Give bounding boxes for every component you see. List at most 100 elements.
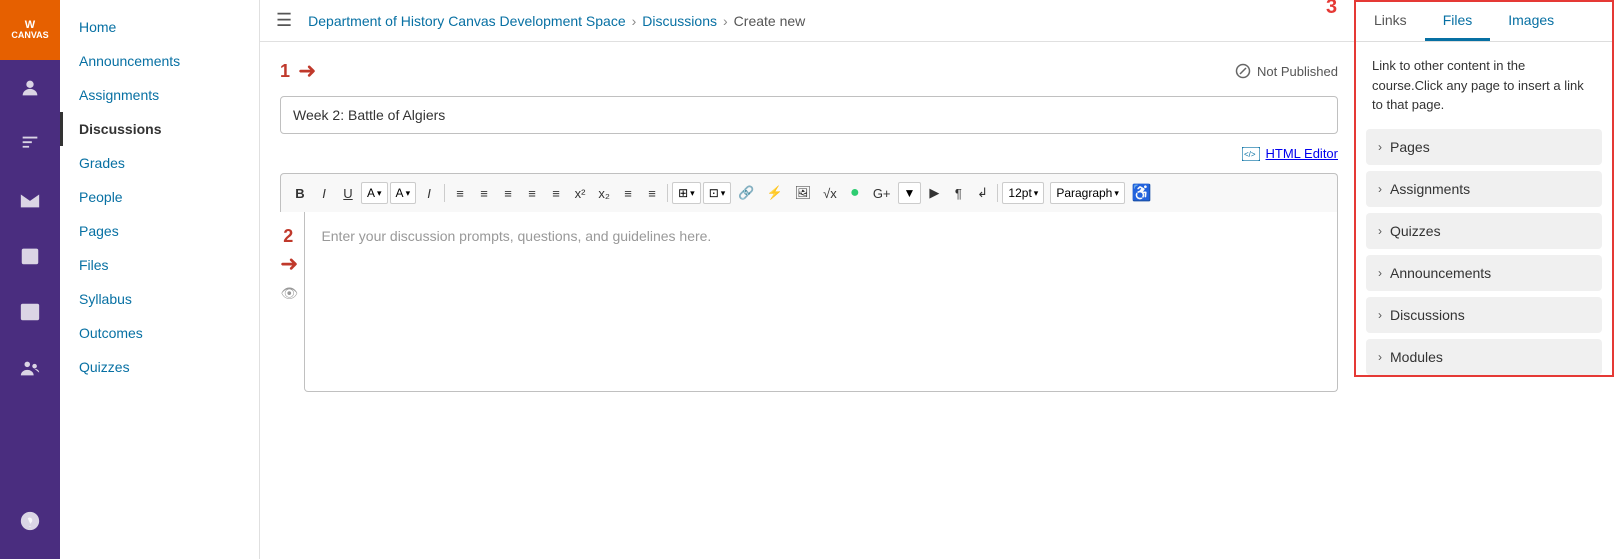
media-embed-dropdown[interactable]: ⊡▾: [703, 182, 732, 204]
link-quizzes[interactable]: › Quizzes: [1366, 213, 1602, 249]
link-discussions-label: Discussions: [1390, 307, 1465, 323]
groups-nav-item[interactable]: [0, 340, 60, 396]
link-quizzes-label: Quizzes: [1390, 223, 1441, 239]
table-dropdown[interactable]: ⊞▾: [672, 182, 701, 204]
editor-container: B I U A▾ A▾ I ≡ ≡ ≡ ≡ ≡ x² x₂ ≡ ≡ ⊞▾ ⊡▾: [280, 173, 1338, 392]
nav-quizzes[interactable]: Quizzes: [60, 350, 259, 384]
toolbar-sep-3: [997, 184, 998, 202]
nav-announcements[interactable]: Announcements: [60, 44, 259, 78]
courses-nav-item[interactable]: [0, 284, 60, 340]
panel-description: Link to other content in the course.Clic…: [1356, 42, 1612, 129]
nav-grades[interactable]: Grades: [60, 146, 259, 180]
strikethrough-button[interactable]: I: [418, 183, 440, 204]
font-color-dropdown[interactable]: A▾: [361, 182, 388, 204]
googleapps-button[interactable]: G+: [868, 183, 896, 204]
font-size-dropdown[interactable]: 12pt ▾: [1002, 182, 1044, 204]
nav-assignments[interactable]: Assignments: [60, 78, 259, 112]
image-button[interactable]: 🖼: [790, 182, 817, 204]
breadcrumb: Department of History Canvas Development…: [308, 13, 805, 29]
align-left-button[interactable]: ≡: [449, 183, 471, 204]
editor-body[interactable]: Enter your discussion prompts, questions…: [304, 212, 1338, 392]
annotation-3: 3: [1326, 0, 1337, 19]
toolbar-sep-1: [444, 184, 445, 202]
course-nav: Home Announcements Assignments Discussio…: [60, 0, 260, 559]
toolbar-sep-2: [667, 184, 668, 202]
topbar: ☰ Department of History Canvas Developme…: [260, 0, 1354, 42]
link-assignments[interactable]: › Assignments: [1366, 171, 1602, 207]
link-assignments-label: Assignments: [1390, 181, 1470, 197]
chevron-discussions: ›: [1378, 308, 1382, 322]
align-center-button[interactable]: ≡: [473, 183, 495, 204]
editor-toolbar: B I U A▾ A▾ I ≡ ≡ ≡ ≡ ≡ x² x₂ ≡ ≡ ⊞▾ ⊡▾: [280, 173, 1338, 212]
align-justify-button[interactable]: ≡: [521, 183, 543, 204]
record-button[interactable]: ▶: [923, 182, 945, 204]
right-panel-wrapper: 3 Links Files Images Link to other conte…: [1354, 0, 1614, 559]
embed-button[interactable]: ●: [844, 181, 866, 205]
underline-button[interactable]: U: [337, 183, 359, 204]
panel-links-list: › Pages › Assignments › Quizzes › Announ…: [1356, 129, 1612, 375]
tab-links[interactable]: Links: [1356, 2, 1425, 41]
highlight-color-dropdown[interactable]: A▾: [390, 182, 417, 204]
editor-area: 1 ➜ Not Published </> HTML Editor: [260, 42, 1354, 559]
list-ol-button[interactable]: ≡: [641, 183, 663, 204]
not-published-text: Not Published: [1257, 64, 1338, 79]
right-panel: Links Files Images Link to other content…: [1354, 0, 1614, 377]
link-modules[interactable]: › Modules: [1366, 339, 1602, 375]
link-modules-label: Modules: [1390, 349, 1443, 365]
bold-button[interactable]: B: [289, 183, 311, 204]
external-tools-dropdown[interactable]: ▼: [898, 182, 922, 204]
nav-discussions[interactable]: Discussions: [60, 112, 259, 146]
unlink-button[interactable]: ⚡: [761, 182, 787, 204]
subscript-button[interactable]: x₂: [593, 183, 615, 204]
ltr-rtl-button[interactable]: ↲: [971, 182, 993, 204]
nav-outcomes[interactable]: Outcomes: [60, 316, 259, 350]
chevron-quizzes: ›: [1378, 224, 1382, 238]
breadcrumb-page: Create new: [734, 13, 806, 29]
editor-placeholder: Enter your discussion prompts, questions…: [321, 228, 711, 244]
paragraph-format-dropdown[interactable]: Paragraph ▾: [1050, 182, 1125, 204]
visibility-icon: 👁: [280, 285, 298, 302]
help-nav-item[interactable]: [0, 493, 60, 549]
italic-button[interactable]: I: [313, 183, 335, 204]
breadcrumb-section[interactable]: Discussions: [642, 13, 717, 29]
not-published-status: Not Published: [1235, 63, 1338, 79]
calendar-nav-item[interactable]: [0, 228, 60, 284]
indent-button[interactable]: ≡: [545, 183, 567, 204]
nav-pages[interactable]: Pages: [60, 214, 259, 248]
list-ul-button[interactable]: ≡: [617, 183, 639, 204]
html-editor-icon: </>: [1242, 147, 1260, 161]
nav-people[interactable]: People: [60, 180, 259, 214]
chevron-pages: ›: [1378, 140, 1382, 154]
breadcrumb-course[interactable]: Department of History Canvas Development…: [308, 13, 625, 29]
tab-files[interactable]: Files: [1425, 2, 1491, 41]
nav-files[interactable]: Files: [60, 248, 259, 282]
chevron-modules: ›: [1378, 350, 1382, 364]
link-button[interactable]: 🔗: [733, 182, 759, 204]
html-editor-button[interactable]: HTML Editor: [1266, 146, 1338, 161]
paragraph-marks-button[interactable]: ¶: [947, 183, 969, 204]
link-discussions[interactable]: › Discussions: [1366, 297, 1602, 333]
arrow-1: ➜: [298, 58, 316, 84]
arrow-2: ➜: [280, 251, 298, 277]
breadcrumb-sep2: ›: [723, 13, 728, 29]
canvas-logo[interactable]: W CANVAS: [0, 0, 60, 60]
main-content: ☰ Department of History Canvas Developme…: [260, 0, 1354, 559]
tab-images[interactable]: Images: [1490, 2, 1572, 41]
annotation-1: 1: [280, 61, 290, 82]
link-pages[interactable]: › Pages: [1366, 129, 1602, 165]
nav-home[interactable]: Home: [60, 10, 259, 44]
superscript-button[interactable]: x²: [569, 183, 591, 204]
chevron-assignments: ›: [1378, 182, 1382, 196]
account-nav-item[interactable]: [0, 60, 60, 116]
svg-text:</>: </>: [1244, 150, 1256, 159]
link-announcements[interactable]: › Announcements: [1366, 255, 1602, 291]
inbox-nav-item[interactable]: [0, 172, 60, 228]
announcements-nav-item[interactable]: [0, 116, 60, 172]
align-right-button[interactable]: ≡: [497, 183, 519, 204]
discussion-title-input[interactable]: [280, 96, 1338, 134]
accessibility-button[interactable]: ♿: [1127, 180, 1157, 206]
title-row: 1 ➜ Not Published: [280, 58, 1338, 84]
nav-syllabus[interactable]: Syllabus: [60, 282, 259, 316]
hamburger-menu[interactable]: ☰: [276, 10, 292, 31]
equation-button[interactable]: √x: [818, 183, 842, 204]
